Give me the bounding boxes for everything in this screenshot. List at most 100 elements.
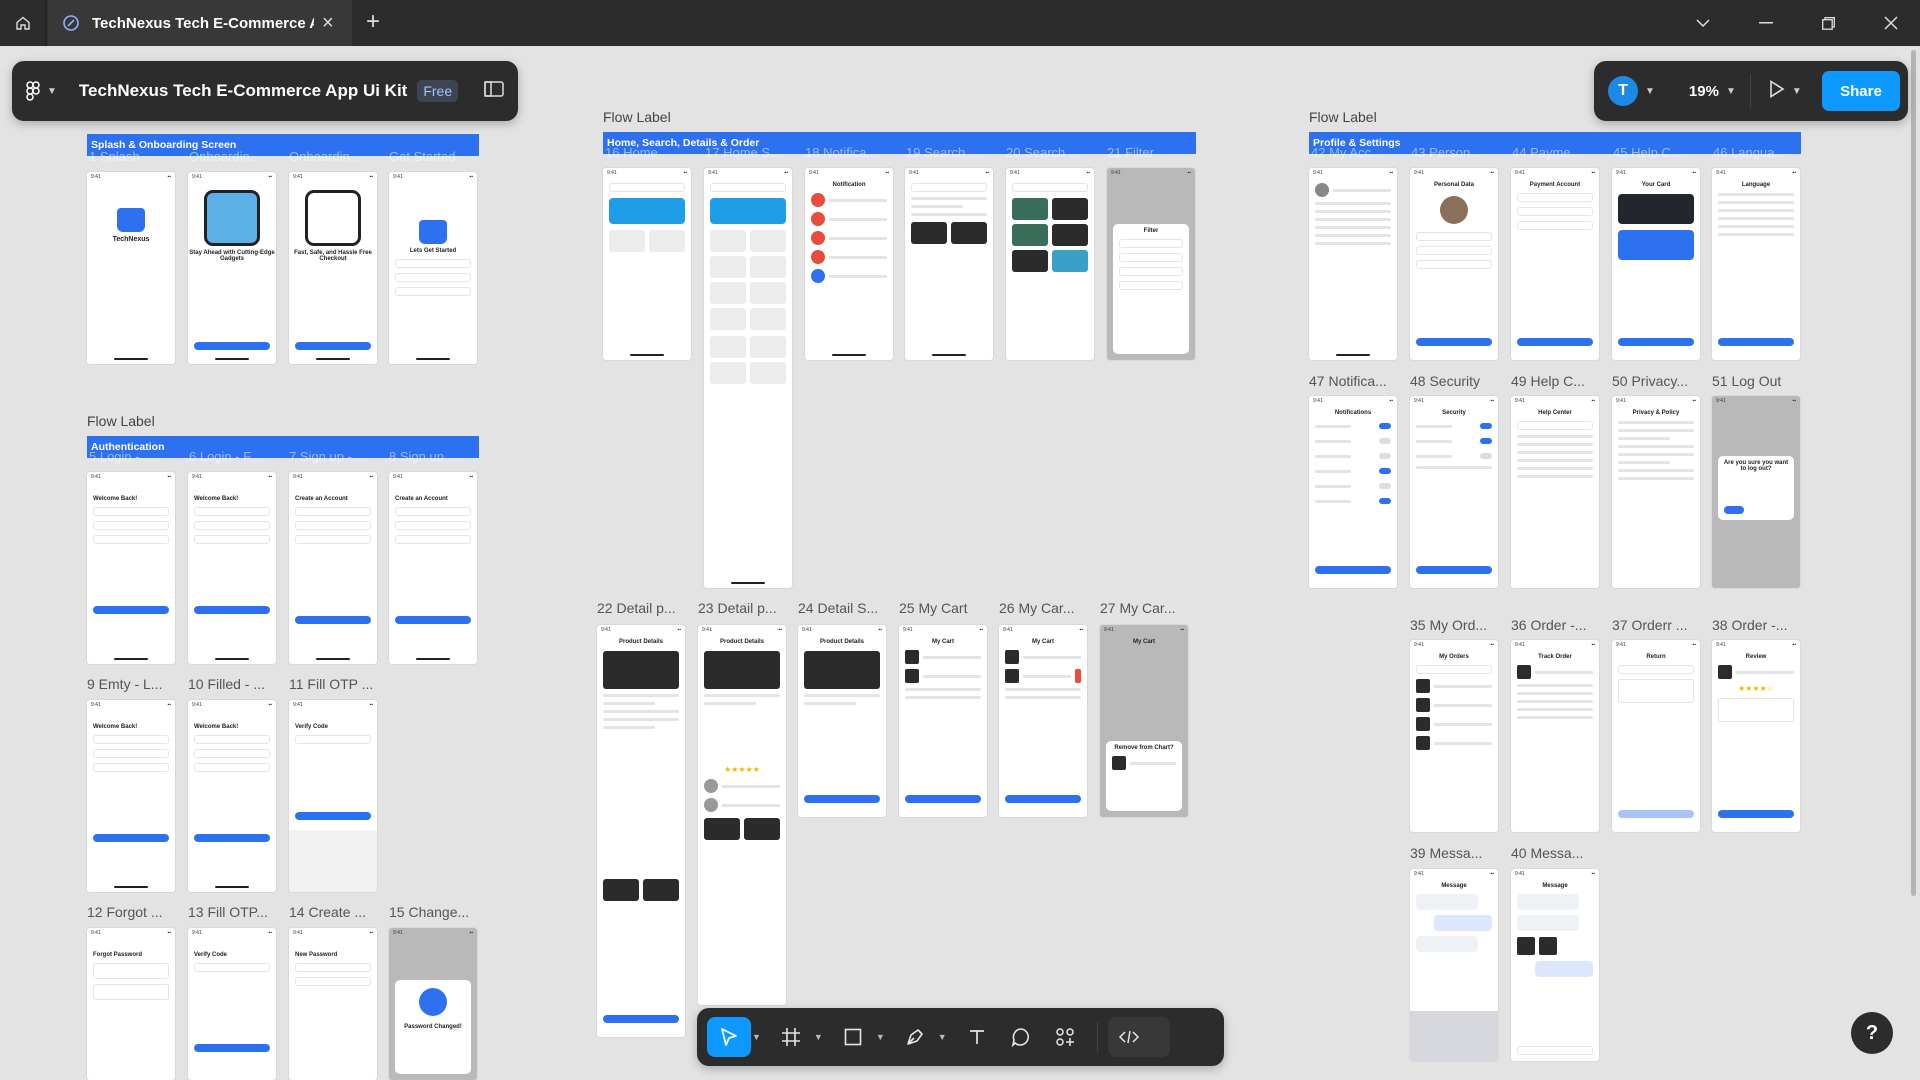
input-field[interactable] xyxy=(1416,260,1492,269)
screen-my-account[interactable]: 9:41 ▪▪ xyxy=(1309,168,1397,360)
screen-fill-otp[interactable]: 9:41 ▪▪ Verify Code xyxy=(289,700,377,892)
screen-detail-select[interactable]: 9:41 ▪▪ Product Details xyxy=(798,625,886,817)
chevron-down-icon[interactable]: ▼ xyxy=(876,1032,885,1042)
frame-title[interactable]: 47 Notifica... xyxy=(1309,373,1401,389)
checkout-button[interactable] xyxy=(1005,795,1081,803)
share-button[interactable]: Share xyxy=(1822,71,1900,111)
cancel-button[interactable] xyxy=(1724,506,1744,514)
chevron-down-icon[interactable]: ▼ xyxy=(47,86,57,97)
input-field[interactable] xyxy=(194,735,270,744)
frame-title[interactable]: 40 Messa... xyxy=(1511,845,1603,861)
signup-option[interactable] xyxy=(395,259,471,268)
search-bar[interactable] xyxy=(1012,183,1088,192)
keyboard[interactable] xyxy=(1410,1011,1498,1061)
sign-up-button[interactable] xyxy=(295,616,371,624)
list-item[interactable] xyxy=(811,193,887,207)
frame-title[interactable]: 8 Sign up ... xyxy=(389,449,481,464)
screen-onboarding-2[interactable]: 9:41 ▪▪ Fast, Safe, and Hassle Free Check… xyxy=(289,172,377,364)
avatar[interactable] xyxy=(1440,196,1468,224)
frame-title[interactable]: 43 Person... xyxy=(1411,145,1503,160)
frame-title[interactable]: 45 Help C... xyxy=(1613,145,1705,160)
sign-in-button[interactable] xyxy=(194,606,270,614)
submit-button[interactable] xyxy=(1618,810,1694,818)
screen-forgot-password[interactable]: 9:41 ▪▪ Forgot Password xyxy=(87,928,175,1080)
file-title[interactable]: TechNexus Tech E-Commerce App Ui Kit xyxy=(79,81,407,101)
faq-item[interactable] xyxy=(1517,459,1593,462)
rating-stars[interactable]: ★★★★☆ xyxy=(1712,684,1800,693)
rectangle-tool[interactable] xyxy=(831,1017,875,1057)
chevron-down-icon[interactable]: ▼ xyxy=(1792,86,1802,97)
payment-option[interactable] xyxy=(1517,193,1593,202)
save-button[interactable] xyxy=(1315,566,1391,574)
checkout-button[interactable] xyxy=(603,1015,679,1023)
order-item[interactable] xyxy=(1416,679,1492,693)
sign-in-button[interactable] xyxy=(194,834,270,842)
filter-option[interactable] xyxy=(1119,267,1183,276)
screen-home-scroll[interactable]: 9:41 ▪▪ xyxy=(704,168,792,588)
input-field[interactable] xyxy=(93,535,169,544)
frame-title[interactable]: Get Started xyxy=(389,149,481,164)
confirm-button[interactable] xyxy=(194,1044,270,1052)
menu-item[interactable] xyxy=(1315,210,1391,213)
screen-create-password[interactable]: 9:41 ▪▪ New Password xyxy=(289,928,377,1080)
order-item[interactable] xyxy=(1416,717,1492,731)
frame-title[interactable]: 26 My Car... xyxy=(999,600,1091,616)
screen-payment-account[interactable]: 9:41 ▪▪ Payment Account xyxy=(1511,168,1599,360)
language-option[interactable] xyxy=(1718,209,1794,212)
menu-item[interactable] xyxy=(1416,466,1492,469)
new-tab-button[interactable]: + xyxy=(366,10,380,34)
input-field[interactable] xyxy=(295,535,371,544)
sign-in-button[interactable] xyxy=(93,606,169,614)
input-field[interactable] xyxy=(194,521,270,530)
toggle-row[interactable] xyxy=(1315,421,1391,431)
menu-item[interactable] xyxy=(1315,218,1391,221)
frame-title[interactable]: 18 Notifica... xyxy=(805,145,897,160)
faq-item[interactable] xyxy=(1517,467,1593,470)
screen-password-changed[interactable]: 9:41 ▪▪ Password Changed! xyxy=(389,928,477,1080)
language-option[interactable] xyxy=(1718,233,1794,236)
chevron-down-icon[interactable]: ▼ xyxy=(814,1032,823,1042)
menu-item[interactable] xyxy=(1315,226,1391,229)
save-button[interactable] xyxy=(1416,566,1492,574)
toggle-row[interactable] xyxy=(1315,496,1391,506)
frame-title[interactable]: 9 Emty - L... xyxy=(87,676,179,692)
input-field[interactable] xyxy=(1416,246,1492,255)
search-bar[interactable] xyxy=(710,183,786,192)
frame-title[interactable]: 10 Filled - ... xyxy=(188,676,280,692)
faq-item[interactable] xyxy=(1517,475,1593,478)
frame-title[interactable]: Onboardin... xyxy=(189,149,281,164)
input-field[interactable] xyxy=(194,763,270,772)
close-tab-icon[interactable]: × xyxy=(322,13,334,33)
flow-label[interactable]: Flow Label xyxy=(1309,109,1377,125)
toggle-row[interactable] xyxy=(1315,481,1391,491)
cart-item[interactable] xyxy=(905,669,981,683)
filter-option[interactable] xyxy=(1119,253,1183,262)
frame-title[interactable]: 39 Messa... xyxy=(1410,845,1502,861)
chevron-down-icon[interactable]: ▼ xyxy=(1726,86,1736,97)
close-window-button[interactable] xyxy=(1868,0,1914,46)
sign-in-button[interactable] xyxy=(93,834,169,842)
next-button[interactable] xyxy=(194,342,270,350)
sidebar-toggle-button[interactable] xyxy=(484,80,504,102)
screen-detail-product[interactable]: 9:41 ▪▪ Product Details xyxy=(597,625,685,1037)
description-field[interactable] xyxy=(1618,679,1694,703)
input-field[interactable] xyxy=(194,507,270,516)
input-field[interactable] xyxy=(395,521,471,530)
faq-item[interactable] xyxy=(1517,451,1593,454)
frame-title[interactable]: 44 Payme... xyxy=(1512,145,1604,160)
file-tab[interactable]: TechNexus Tech E-Commerce Ap × xyxy=(48,0,352,46)
chevron-down-icon[interactable]: ▼ xyxy=(938,1032,947,1042)
screen-signup-empty[interactable]: 9:41 ▪▪ Create an Account xyxy=(289,472,377,664)
screen-help-center[interactable]: 9:41 ▪▪ Help Center xyxy=(1511,396,1599,588)
frame-title[interactable]: 42 My Acc... xyxy=(1311,145,1403,160)
number-keypad[interactable] xyxy=(289,830,377,892)
frame-title[interactable]: 1 Splash xyxy=(89,149,181,164)
screen-splash[interactable]: 9:41 ▪▪ TechNexus xyxy=(87,172,175,364)
screen-review-order[interactable]: 9:41 ▪▪ Review ★★★★☆ xyxy=(1712,640,1800,832)
screen-signup-filled[interactable]: 9:41 ▪▪ Create an Account xyxy=(389,472,477,664)
toggle-row[interactable] xyxy=(1315,451,1391,461)
order-item[interactable] xyxy=(1416,698,1492,712)
screen-home[interactable]: 9:41 ▪▪ xyxy=(603,168,691,360)
toggle-row[interactable] xyxy=(1315,436,1391,446)
frame-title[interactable]: 20 Search ... xyxy=(1006,145,1098,160)
